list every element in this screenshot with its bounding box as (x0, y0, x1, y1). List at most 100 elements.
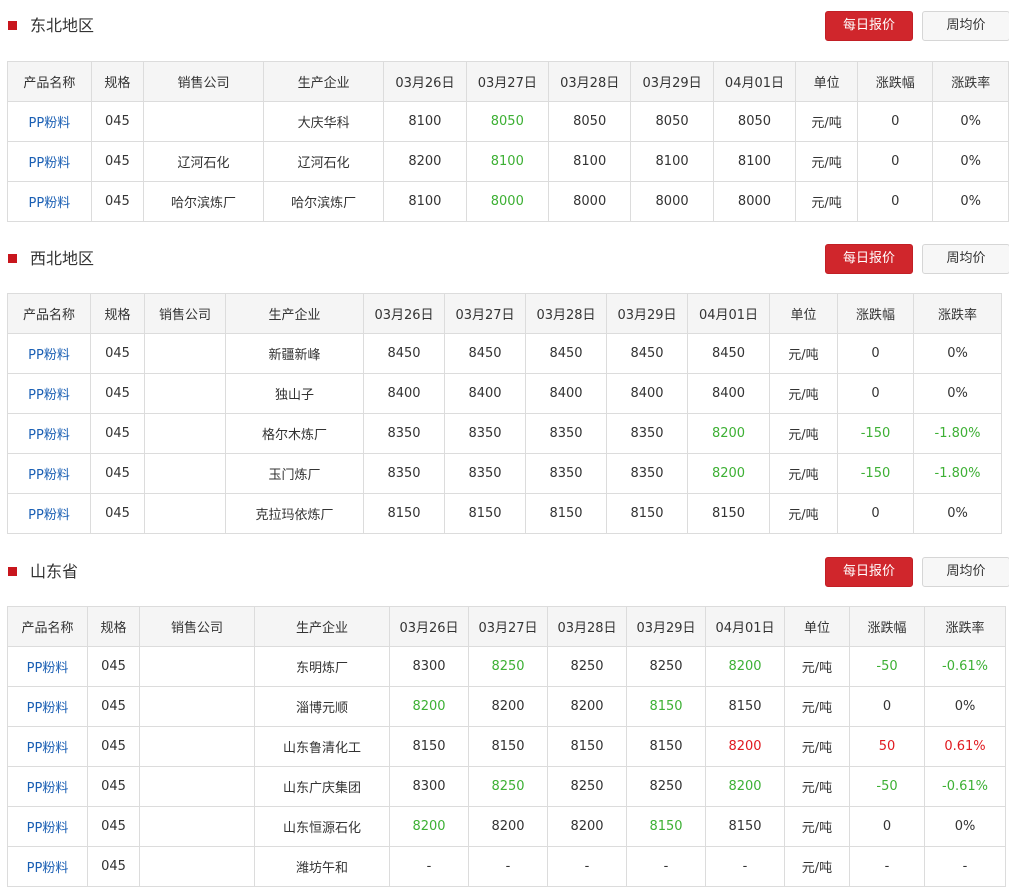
table-cell: 淄博元顺 (254, 686, 390, 727)
table-cell: 新疆新峰 (225, 333, 364, 374)
column-header: 单位 (784, 606, 850, 647)
table-cell: 0% (924, 686, 1006, 727)
column-header: 03月28日 (547, 61, 632, 102)
table-cell: 8450 (687, 333, 770, 374)
table-cell: 8400 (525, 373, 607, 414)
section-marker-icon (8, 254, 17, 263)
table-cell: 0 (856, 101, 934, 142)
table-cell: 8350 (525, 413, 607, 454)
product-link[interactable]: PP粉料 (7, 413, 91, 454)
column-header: 规格 (90, 293, 145, 334)
table-cell: -0.61% (924, 766, 1006, 807)
table-cell: -150 (837, 413, 914, 454)
table-row: PP粉料 045 东明炼厂 8300 8250 8250 8250 8200 元/吨 -50 -0.… (7, 646, 1006, 687)
product-link[interactable]: PP粉料 (7, 373, 91, 414)
product-link[interactable]: PP粉料 (7, 181, 92, 222)
table-cell: 8150 (705, 806, 785, 847)
table-cell: 8200 (383, 141, 467, 182)
table-cell (144, 333, 226, 374)
column-header: 03月26日 (389, 606, 469, 647)
column-header: 生产企业 (254, 606, 390, 647)
table-cell: 8100 (630, 141, 714, 182)
table-cell: - (849, 846, 925, 887)
product-link[interactable]: PP粉料 (7, 333, 91, 374)
column-header: 生产企业 (263, 61, 385, 102)
table-header-row: 产品名称 规格 销售公司 生产企业 03月26日 03月27日 03月28日 03月29日 04… (7, 293, 1002, 334)
table-cell: 元/吨 (795, 141, 858, 182)
daily-price-button[interactable]: 每日报价 (825, 557, 913, 587)
table-cell: 8200 (687, 413, 770, 454)
table-cell: 045 (87, 646, 140, 687)
product-link[interactable]: PP粉料 (7, 686, 88, 727)
table-cell (139, 646, 255, 687)
table-cell: 8050 (465, 101, 550, 142)
section-shandong: 山东省 每日报价 周均价产品名称 规格 销售公司 生产企业 03月26日 03月27日 03月2… (0, 550, 1009, 887)
column-header: 涨跌率 (924, 606, 1006, 647)
column-header: 03月28日 (547, 606, 627, 647)
table-cell: 8150 (626, 806, 706, 847)
table-cell: 8400 (687, 373, 770, 414)
table-cell: 元/吨 (784, 806, 850, 847)
table-cell: 元/吨 (784, 766, 850, 807)
product-link[interactable]: PP粉料 (7, 766, 88, 807)
table-row: PP粉料 045 格尔木炼厂 8350 8350 8350 8350 8200 元/吨 -150-… (7, 413, 1002, 454)
table-cell: -1.80% (913, 413, 1002, 454)
table-cell: 8050 (547, 101, 632, 142)
daily-price-button[interactable]: 每日报价 (825, 244, 913, 274)
table-cell: 0 (837, 333, 914, 374)
table-cell: 元/吨 (784, 846, 850, 887)
section-title: 山东省 (30, 562, 79, 581)
column-header: 销售公司 (139, 606, 255, 647)
table-cell: 8250 (468, 646, 548, 687)
product-link[interactable]: PP粉料 (7, 806, 88, 847)
table-cell (139, 726, 255, 767)
product-link[interactable]: PP粉料 (7, 726, 88, 767)
table-cell: 克拉玛依炼厂 (225, 493, 364, 534)
table-cell: 045 (90, 101, 144, 142)
section-header: 西北地区 每日报价 周均价 (0, 237, 1009, 277)
table-cell: 哈尔滨炼厂 (142, 181, 265, 222)
table-cell: 8350 (363, 413, 445, 454)
table-cell: 独山子 (225, 373, 364, 414)
table-cell: 0 (837, 373, 914, 414)
table-cell: 045 (90, 453, 145, 494)
section-northeast: 东北地区 每日报价 周均价 产品名称 规格 销售公司 生产企业 03月26日 03月27日 03月… (0, 4, 1009, 222)
daily-price-button[interactable]: 每日报价 (825, 11, 913, 41)
column-header: 04月01日 (712, 61, 797, 102)
table-cell: 8200 (705, 726, 785, 767)
section-northwest: 西北地区 每日报价 周均价 产品名称 规格 销售公司 生产企业 03月26日 03月27日 03月… (0, 237, 1009, 534)
table-cell: 0 (856, 181, 934, 222)
table-row: PP粉料 045 山东广庆集团 8300 8250 8250 8250 8200 元/吨 -50-… (7, 766, 1006, 807)
column-header: 规格 (90, 61, 144, 102)
table-cell: 045 (87, 766, 140, 807)
column-header: 04月01日 (705, 606, 785, 647)
table-cell: 8350 (606, 413, 688, 454)
table-cell: 元/吨 (795, 101, 858, 142)
table-cell: 0% (913, 493, 1002, 534)
table-cell: -0.61% (924, 646, 1006, 687)
product-link[interactable]: PP粉料 (7, 141, 92, 182)
table-cell: 8000 (712, 181, 797, 222)
table-cell: 8450 (606, 333, 688, 374)
table-cell: 8350 (525, 453, 607, 494)
column-header: 03月26日 (363, 293, 445, 334)
table-cell: 045 (87, 686, 140, 727)
column-header: 销售公司 (144, 293, 226, 334)
table-cell: 8200 (547, 806, 627, 847)
table-row: PP粉料 045 淄博元顺 8200 8200 8200 8150 8150 元/吨 0 0% (7, 686, 1006, 727)
product-link[interactable]: PP粉料 (7, 846, 88, 887)
table-cell: 8250 (626, 766, 706, 807)
product-link[interactable]: PP粉料 (7, 101, 92, 142)
weekly-average-button[interactable]: 周均价 (922, 244, 1009, 274)
price-table: 产品名称 规格 销售公司 生产企业 03月26日 03月27日 03月28日 03月29日 04… (7, 606, 1006, 887)
table-cell: 8100 (383, 181, 467, 222)
table-cell: 045 (90, 373, 145, 414)
table-cell: 8150 (626, 686, 706, 727)
product-link[interactable]: PP粉料 (7, 493, 91, 534)
product-link[interactable]: PP粉料 (7, 646, 88, 687)
product-link[interactable]: PP粉料 (7, 453, 91, 494)
table-cell: - (389, 846, 469, 887)
table-cell: 8200 (389, 806, 469, 847)
weekly-average-button[interactable]: 周均价 (922, 557, 1009, 587)
weekly-average-button[interactable]: 周均价 (922, 11, 1009, 41)
